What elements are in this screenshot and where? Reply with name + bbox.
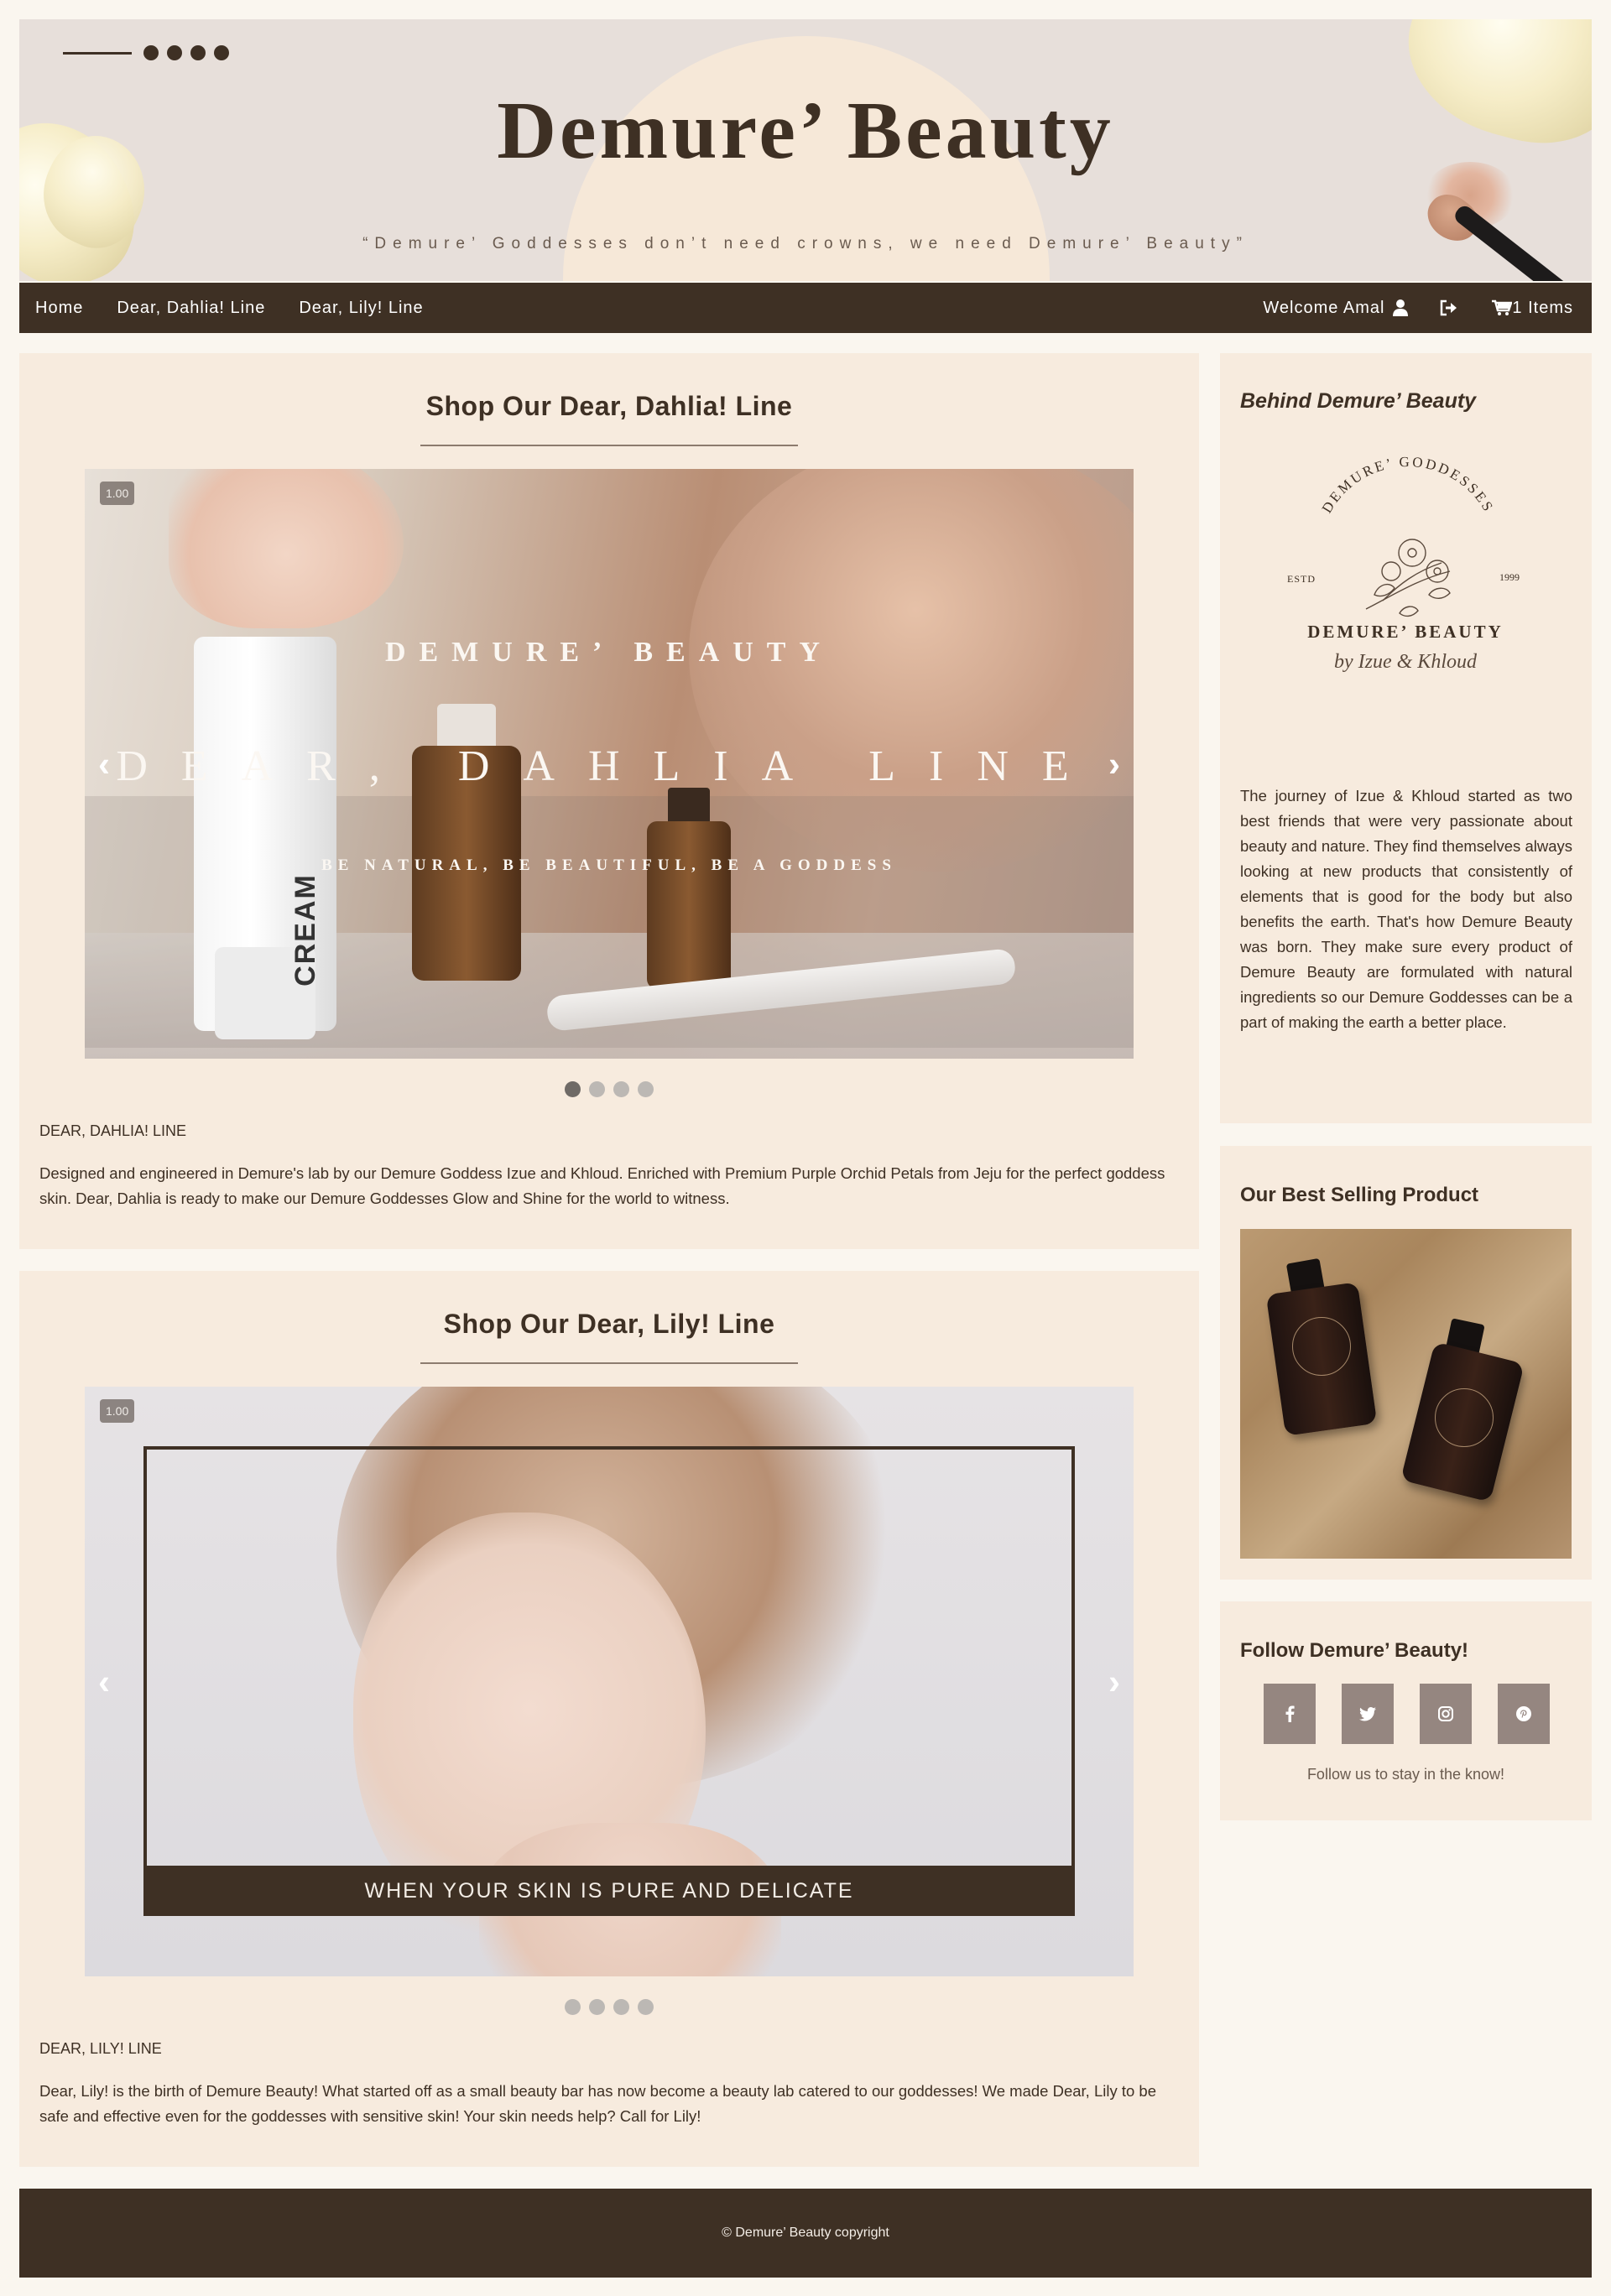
main-navbar: Home Dear, Dahlia! Line Dear, Lily! Line… — [19, 283, 1592, 333]
slide-brand-text: DEMURE’ BEAUTY — [384, 637, 834, 668]
lily-carousel[interactable]: WHEN YOUR SKIN IS PURE AND DELICATE 1.00… — [85, 1387, 1134, 1976]
pinterest-icon — [1516, 1706, 1531, 1721]
carousel-indicator[interactable] — [565, 1081, 581, 1097]
follow-title: Follow Demure’ Beauty! — [1240, 1639, 1469, 1662]
user-icon — [1393, 299, 1409, 316]
logo-estd: ESTD — [1287, 573, 1316, 585]
pinterest-link[interactable] — [1498, 1684, 1550, 1744]
carousel-indicator[interactable] — [565, 1999, 581, 2015]
dahlia-heading: Shop Our Dear, Dahlia! Line — [425, 391, 793, 421]
about-text: The journey of Izue & Khloud started as … — [1240, 787, 1572, 1031]
about-widget: Behind Demure’ Beauty DEMURE’ GODDESSES … — [1220, 353, 1592, 1123]
dahlia-heading-divider — [420, 445, 798, 446]
dahlia-carousel[interactable]: CREAM DEMURE’ BEAUTY DEAR, DAHLIA LINE B… — [85, 469, 1134, 1059]
welcome-text: Welcome Amal — [1263, 298, 1385, 317]
slide-line-text: DEAR, DAHLIA LINE — [116, 742, 1103, 790]
cart-icon — [1492, 299, 1513, 315]
instagram-icon — [1438, 1706, 1453, 1721]
slide-counter: 1.00 — [100, 1399, 135, 1423]
twitter-link[interactable] — [1342, 1684, 1394, 1744]
model-hand-image — [169, 469, 404, 628]
carousel-indicator[interactable] — [638, 1999, 654, 2015]
facebook-icon — [1285, 1705, 1295, 1722]
small-serum-bottle-image — [647, 821, 731, 989]
lily-heading: Shop Our Dear, Lily! Line — [443, 1309, 775, 1339]
instagram-link[interactable] — [1420, 1684, 1472, 1744]
demure-goddesses-logo: DEMURE’ GODDESSES ESTD 1999 DEMURE’ BEAU… — [1287, 454, 1520, 673]
dahlia-line-label: DEAR, DAHLIA! LINE — [39, 1122, 187, 1139]
carousel-next-arrow[interactable]: › — [1108, 1662, 1120, 1702]
slide-caption: WHEN YOUR SKIN IS PURE AND DELICATE — [143, 1866, 1075, 1916]
cart-button[interactable]: 1 Items — [1492, 299, 1573, 318]
dahlia-carousel-indicators — [19, 1081, 1199, 1097]
cream-tube-label: CREAM — [289, 873, 321, 987]
cart-count: 1 Items — [1512, 298, 1573, 317]
site-title: Demure’ Beauty — [497, 86, 1114, 176]
logo-brand-name: DEMURE’ BEAUTY — [1307, 622, 1504, 642]
carousel-indicator[interactable] — [638, 1081, 654, 1097]
svg-text:DEMURE’ GODDESSES: DEMURE’ GODDESSES — [1319, 454, 1498, 516]
carousel-next-arrow[interactable]: › — [1108, 744, 1120, 784]
logout-button[interactable] — [1440, 299, 1458, 316]
cream-tube-image: CREAM — [194, 637, 336, 1039]
social-links — [1264, 1684, 1576, 1744]
carousel-prev-arrow[interactable]: ‹ — [98, 744, 110, 784]
dahlia-section: Shop Our Dear, Dahlia! Line CREAM DEMURE… — [19, 353, 1199, 1249]
menu-dots-icon[interactable] — [63, 45, 229, 60]
dahlia-description: Designed and engineered in Demure's lab … — [39, 1164, 1165, 1207]
nav-user-area: Welcome Amal 1 Items — [1263, 299, 1592, 318]
best-seller-widget: Our Best Selling Product — [1220, 1146, 1592, 1580]
header-banner: Demure’ Beauty “Demure’ Goddesses don’t … — [19, 19, 1592, 281]
nav-dear-dahlia-line[interactable]: Dear, Dahlia! Line — [117, 299, 265, 318]
site-tagline: “Demure’ Goddesses don’t need crowns, we… — [362, 235, 1249, 253]
logo-year: 1999 — [1499, 571, 1520, 583]
lily-heading-divider — [420, 1362, 798, 1364]
lily-description: Dear, Lily! is the birth of Demure Beaut… — [39, 2082, 1157, 2125]
carousel-indicator[interactable] — [613, 1081, 629, 1097]
logo-signature: by Izue & Khloud — [1334, 651, 1478, 673]
footer: © Demure’ Beauty copyright — [19, 2189, 1592, 2278]
carousel-indicator[interactable] — [613, 1999, 629, 2015]
logout-icon — [1441, 299, 1457, 316]
lily-section: Shop Our Dear, Lily! Line WHEN YOUR SKIN… — [19, 1271, 1199, 2167]
nav-home[interactable]: Home — [35, 299, 83, 318]
carousel-indicator[interactable] — [589, 1999, 605, 2015]
twitter-icon — [1359, 1706, 1376, 1721]
caption-frame — [143, 1446, 1075, 1870]
slide-motto-text: BE NATURAL, BE BEAUTIFUL, BE A GODDESS — [321, 856, 897, 874]
best-seller-title: Our Best Selling Product — [1240, 1184, 1479, 1206]
slide-counter: 1.00 — [100, 482, 135, 505]
carousel-indicator[interactable] — [589, 1081, 605, 1097]
logo-arc-text: DEMURE’ GODDESSES — [1319, 454, 1495, 516]
about-title: Behind Demure’ Beauty — [1240, 389, 1477, 413]
follow-note: Follow us to stay in the know! — [1306, 1766, 1505, 1783]
facebook-link[interactable] — [1264, 1684, 1316, 1744]
best-seller-product-image[interactable] — [1240, 1229, 1572, 1559]
footer-copyright: © Demure’ Beauty copyright — [722, 2226, 889, 2240]
follow-widget: Follow Demure’ Beauty! Follow us to stay… — [1220, 1601, 1592, 1820]
nav-dear-lily-line[interactable]: Dear, Lily! Line — [299, 299, 423, 318]
welcome-user-link[interactable]: Welcome Amal — [1263, 298, 1409, 318]
lily-line-label: DEAR, LILY! LINE — [39, 2040, 162, 2057]
floral-illustration-icon — [1365, 539, 1451, 617]
carousel-prev-arrow[interactable]: ‹ — [98, 1662, 110, 1702]
lily-carousel-indicators — [19, 1999, 1199, 2015]
